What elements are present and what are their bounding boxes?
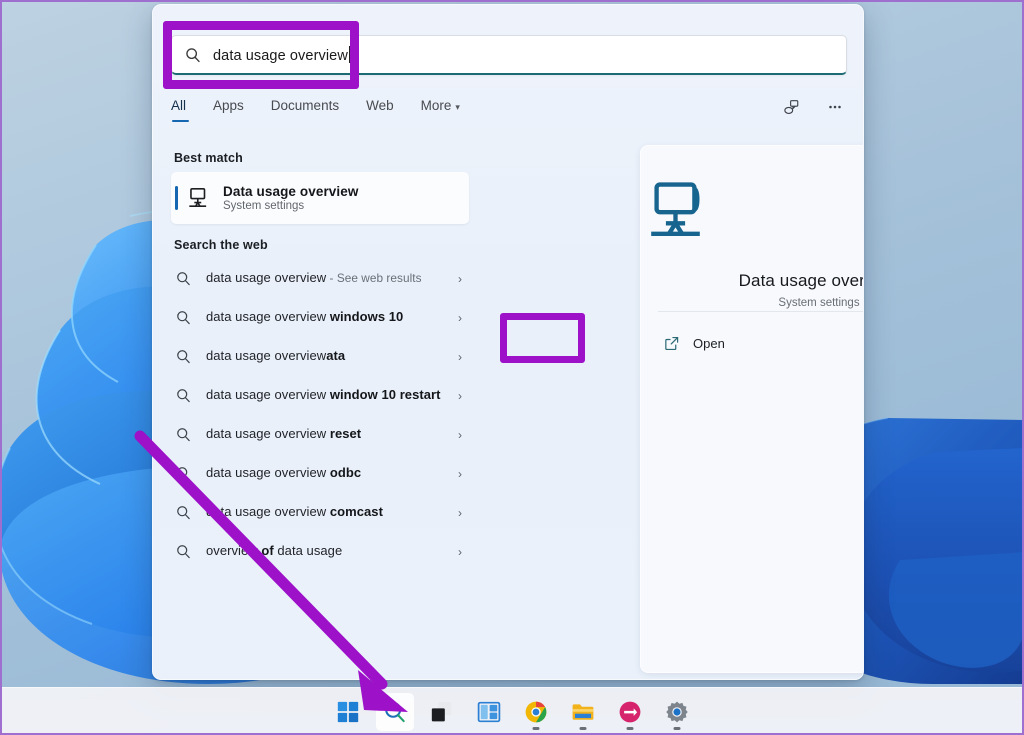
widgets-button[interactable] (470, 693, 508, 731)
text-caret (348, 45, 350, 63)
tab-all[interactable]: All (171, 95, 190, 122)
preview-title: Data usage overview (738, 271, 864, 290)
chevron-right-icon: › (458, 349, 462, 364)
taskbar (0, 687, 1024, 735)
tab-documents[interactable]: Documents (271, 95, 339, 122)
web-result-label: data usage overview window 10 restart (206, 387, 441, 403)
web-result-label: data usage overview - See web results (206, 270, 422, 286)
best-match-result-item[interactable]: Data usage overview System settings (171, 172, 469, 224)
gear-icon (665, 701, 688, 722)
preview-card: Data usage overview System settings Open (640, 145, 864, 673)
monitor-network-icon (651, 182, 700, 236)
monitor-network-icon (189, 187, 207, 208)
web-result-item[interactable]: overview of data usage › (171, 532, 469, 571)
web-result-item[interactable]: data usage overview - See web results › (171, 259, 469, 298)
tab-more-label: More (420, 98, 452, 113)
web-result-item[interactable]: data usage overviewata › (171, 337, 469, 376)
web-results-list: data usage overview - See web results › da… (171, 259, 469, 571)
search-icon (177, 389, 190, 403)
search-input-row: data usage overview (171, 35, 847, 75)
windows-logo-icon (337, 701, 358, 722)
start-button[interactable] (329, 693, 367, 731)
web-result-label: data usage overview odbc (206, 465, 362, 481)
tab-apps-label: Apps (213, 98, 244, 113)
web-result-label: data usage overview reset (206, 426, 362, 442)
search-input[interactable]: data usage overview (171, 35, 847, 75)
desktop-screen: data usage overview All Apps Documents W… (0, 0, 1024, 735)
taskbar-items (329, 692, 696, 731)
task-view-button[interactable] (423, 693, 461, 731)
open-button-label: Open (693, 335, 725, 351)
taskbar-search-button[interactable] (375, 692, 414, 731)
best-match-text: Data usage overview System settings (223, 184, 358, 212)
web-result-item[interactable]: data usage overview odbc › (171, 454, 469, 493)
preview-subtitle: System settings (778, 297, 860, 309)
chevron-right-icon: › (458, 388, 462, 403)
best-match-heading: Best match (174, 151, 243, 165)
app-button[interactable] (611, 693, 649, 731)
search-icon (177, 272, 190, 286)
chevron-right-icon: › (458, 466, 462, 481)
widgets-icon (477, 701, 500, 722)
chevron-right-icon: › (458, 544, 462, 559)
web-result-item[interactable]: data usage overview comcast › (171, 493, 469, 532)
more-options-icon (829, 105, 841, 109)
search-icon (384, 701, 405, 722)
preview-divider (658, 311, 863, 312)
search-results-column: Best match Data usage overview System se… (153, 137, 483, 679)
tab-documents-label: Documents (270, 98, 340, 113)
search-flyout-panel: data usage overview All Apps Documents W… (152, 4, 864, 680)
open-button[interactable]: Open (653, 326, 739, 360)
tab-web[interactable]: Web (366, 95, 394, 122)
search-icon (177, 428, 190, 442)
web-result-item[interactable]: data usage overview window 10 restart › (171, 376, 469, 415)
search-icon (186, 47, 200, 62)
chrome-button[interactable] (517, 693, 555, 731)
file-explorer-button[interactable] (564, 693, 602, 731)
search-icon (177, 545, 190, 559)
search-header-actions (777, 93, 849, 121)
search-icon (177, 506, 190, 520)
red-circle-icon (619, 701, 640, 722)
search-icon (177, 311, 190, 325)
web-result-label: data usage overview comcast (206, 504, 383, 520)
settings-button[interactable] (658, 693, 696, 731)
chevron-right-icon: › (458, 505, 462, 520)
chevron-down-icon: ▾ (455, 102, 460, 112)
chrome-icon (525, 701, 546, 722)
search-icon (177, 467, 190, 481)
search-filter-tabs: All Apps Documents Web More ▾ (171, 95, 847, 129)
chevron-right-icon: › (458, 271, 462, 286)
search-input-value: data usage overview (213, 45, 350, 64)
best-match-title: Data usage overview (223, 184, 359, 199)
tab-apps[interactable]: Apps (213, 95, 244, 122)
web-result-label: overview of data usage (206, 543, 343, 559)
more-options-button[interactable] (821, 93, 849, 121)
task-view-icon (431, 701, 451, 721)
external-link-icon (665, 336, 679, 350)
web-result-item[interactable]: data usage overview reset › (171, 415, 469, 454)
tab-web-label: Web (366, 98, 394, 113)
chevron-right-icon: › (458, 310, 462, 325)
tab-more[interactable]: More ▾ (421, 95, 460, 122)
web-result-item[interactable]: data usage overview windows 10 › (171, 298, 469, 337)
search-the-web-heading: Search the web (174, 238, 268, 252)
feedback-icon (784, 100, 799, 114)
folder-icon (572, 703, 593, 720)
web-result-label: data usage overview windows 10 (206, 309, 404, 325)
chevron-right-icon: › (458, 427, 462, 442)
tab-all-label: All (171, 98, 187, 113)
search-icon (177, 350, 190, 364)
best-match-subtitle: System settings (223, 200, 305, 212)
feedback-button[interactable] (777, 93, 805, 121)
web-result-label: data usage overviewata (206, 348, 346, 364)
